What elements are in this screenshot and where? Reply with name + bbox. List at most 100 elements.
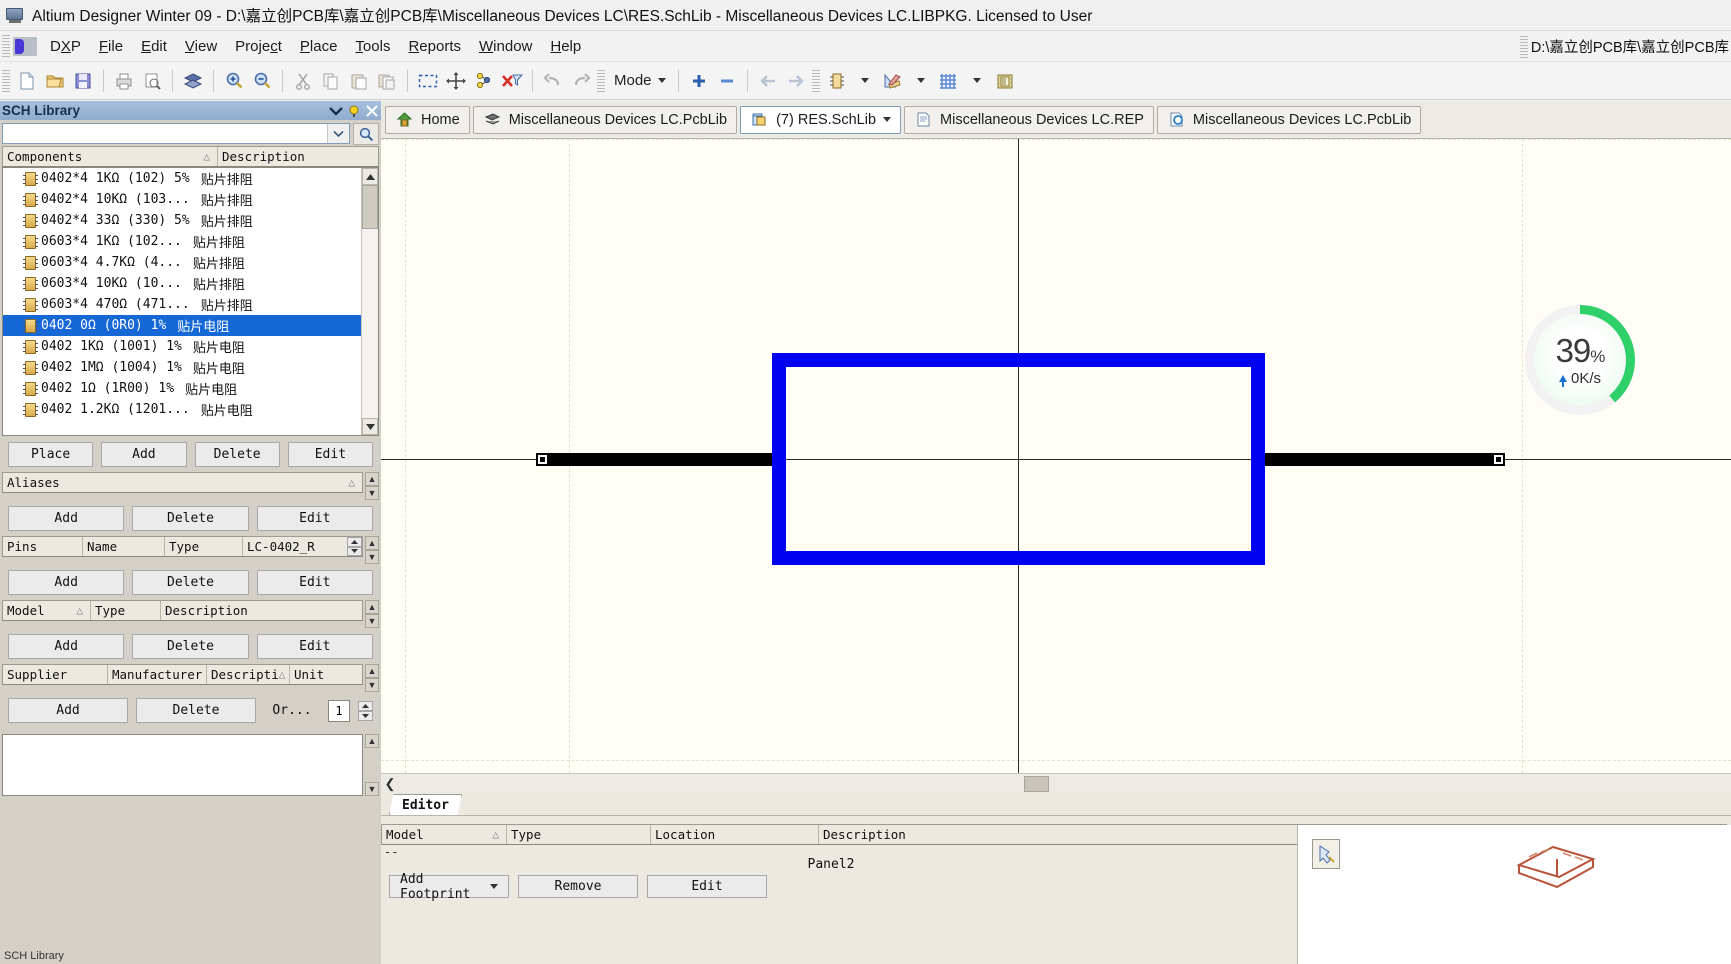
document-tab-3[interactable]: Miscellaneous Devices LC.REP: [904, 105, 1154, 134]
footprint-preview-icon[interactable]: [1312, 839, 1340, 869]
scroll-down-button[interactable]: [362, 418, 378, 435]
sort-ascending-icon[interactable]: △: [279, 668, 289, 681]
chevron-down-icon[interactable]: [327, 102, 345, 119]
chevron-down-icon[interactable]: [851, 67, 879, 95]
search-input-wrapper[interactable]: [2, 123, 350, 144]
pins-edit-button[interactable]: Edit: [256, 570, 373, 595]
menu-help[interactable]: Help: [541, 34, 590, 59]
menu-view[interactable]: View: [176, 34, 226, 59]
chevron-down-icon[interactable]: [963, 67, 991, 95]
menu-place[interactable]: Place: [291, 34, 347, 59]
resistor-right-lead[interactable]: [1265, 453, 1505, 466]
component-list-item[interactable]: 0603*4 1KΩ (102... 贴片排阻: [3, 231, 361, 252]
menubar-grip[interactable]: [2, 35, 10, 57]
document-tab-4[interactable]: Miscellaneous Devices LC.PcbLib: [1156, 105, 1422, 134]
component-list-item[interactable]: 0402*4 10KΩ (103... 贴片排阻: [3, 189, 361, 210]
component-list-item[interactable]: 0603*4 10KΩ (10... 贴片排阻: [3, 273, 361, 294]
resistor-left-lead[interactable]: [536, 453, 776, 466]
panel-bottom-tabs[interactable]: SCH Library: [0, 948, 381, 964]
close-icon[interactable]: [363, 102, 381, 119]
cut-icon[interactable]: [289, 67, 317, 95]
path-toolbar-grip[interactable]: [1519, 35, 1528, 58]
components-list[interactable]: 0402*4 1KΩ (102) 5% 贴片排阻 0402*4 10KΩ (103.…: [3, 168, 361, 435]
menu-file[interactable]: File: [90, 34, 132, 59]
model-edit-button[interactable]: Edit: [256, 634, 373, 659]
search-button[interactable]: [353, 122, 379, 145]
scrollbar-track[interactable]: [362, 229, 378, 418]
collapse-up-button[interactable]: ▲: [365, 536, 379, 550]
menu-edit[interactable]: Edit: [132, 34, 176, 59]
board-insight-icon[interactable]: [179, 67, 207, 95]
save-icon[interactable]: [69, 67, 97, 95]
sort-ascending-icon[interactable]: △: [76, 604, 86, 617]
collapse-down-button[interactable]: ▼: [365, 614, 379, 628]
aliases-add-button[interactable]: Add: [8, 506, 125, 531]
menu-dxp[interactable]: DXP: [41, 34, 90, 59]
menu-tools[interactable]: Tools: [346, 34, 399, 59]
components-place-button[interactable]: Place: [8, 442, 94, 467]
print-icon[interactable]: [110, 67, 138, 95]
resistor-body[interactable]: [772, 353, 1265, 565]
clear-selection-icon[interactable]: [498, 67, 526, 95]
toolbar-grip[interactable]: [2, 69, 10, 92]
components-edit-button[interactable]: Edit: [287, 442, 373, 467]
hscrollbar-track[interactable]: [399, 774, 1731, 793]
remove-part-button[interactable]: [713, 67, 741, 95]
clear-filter-icon[interactable]: [470, 67, 498, 95]
edit-footprint-button[interactable]: Edit: [647, 875, 767, 898]
chevron-down-icon[interactable]: [883, 117, 892, 122]
component-list-item[interactable]: 0402 1MΩ (1004) 1% 贴片电阻: [3, 357, 361, 378]
aliases-edit-button[interactable]: Edit: [256, 506, 373, 531]
zoom-in-icon[interactable]: [220, 67, 248, 95]
model-delete-button[interactable]: Delete: [132, 634, 249, 659]
order-quantity-spinner[interactable]: [358, 700, 373, 721]
component-list-item[interactable]: 0402*4 33Ω (330) 5% 贴片排阻: [3, 210, 361, 231]
undo-icon[interactable]: [539, 67, 567, 95]
remove-footprint-button[interactable]: Remove: [518, 875, 638, 898]
paste-icon[interactable]: [345, 67, 373, 95]
component-list-item[interactable]: 0402 1.2KΩ (1201... 贴片电阻: [3, 399, 361, 420]
move-icon[interactable]: [442, 67, 470, 95]
spinner-up-icon[interactable]: [358, 700, 373, 711]
utility-toolbar-grip[interactable]: [811, 69, 820, 92]
panel-tab-sch-library[interactable]: SCH Library: [4, 950, 64, 962]
document-tab-1[interactable]: Miscellaneous Devices LC.PcbLib: [472, 105, 738, 134]
components-delete-button[interactable]: Delete: [194, 442, 280, 467]
scrollbar-thumb[interactable]: [362, 185, 378, 229]
sort-ascending-icon[interactable]: △: [203, 150, 213, 163]
pin-panel-icon[interactable]: [345, 102, 363, 119]
component-list-item[interactable]: 0402*4 1KΩ (102) 5% 贴片排阻: [3, 168, 361, 189]
search-dropdown-button[interactable]: [327, 124, 349, 143]
component-list-item[interactable]: 0402 1KΩ (1001) 1% 贴片电阻: [3, 336, 361, 357]
components-add-button[interactable]: Add: [101, 442, 187, 467]
add-footprint-button[interactable]: Add Footprint: [389, 872, 509, 902]
paste-special-icon[interactable]: [373, 67, 401, 95]
mode-toolbar-grip[interactable]: [597, 69, 605, 92]
add-part-button[interactable]: [685, 67, 713, 95]
chevron-left-icon[interactable]: ❮: [381, 776, 399, 792]
document-tab-2[interactable]: (7) RES.SchLib: [740, 105, 902, 134]
grid-icon[interactable]: [935, 67, 963, 95]
document-tab-0[interactable]: Home: [385, 105, 470, 134]
redo-icon[interactable]: [567, 67, 595, 95]
chevron-down-icon[interactable]: [907, 67, 935, 95]
chevron-down-icon[interactable]: [490, 884, 498, 889]
aliases-delete-button[interactable]: Delete: [132, 506, 249, 531]
collapse-down-button[interactable]: ▼: [365, 486, 379, 500]
collapse-up-button[interactable]: ▲: [365, 600, 379, 614]
pins-delete-button[interactable]: Delete: [132, 570, 249, 595]
collapse-up-button[interactable]: ▲: [365, 472, 379, 486]
open-folder-icon[interactable]: [41, 67, 69, 95]
pins-spinner[interactable]: [347, 537, 362, 556]
zoom-out-icon[interactable]: [248, 67, 276, 95]
tab-editor[interactable]: Editor: [389, 794, 462, 815]
supplier-delete-button[interactable]: Delete: [136, 698, 256, 723]
arrow-left-icon[interactable]: [754, 67, 782, 95]
components-vertical-scrollbar[interactable]: [361, 168, 378, 435]
collapse-up-button[interactable]: ▲: [365, 664, 379, 678]
print-preview-icon[interactable]: [138, 67, 166, 95]
spinner-down-icon[interactable]: [358, 710, 373, 721]
collapse-up-button[interactable]: ▲: [365, 734, 379, 748]
menu-project[interactable]: Project: [226, 34, 291, 59]
dxp-logo-icon[interactable]: [13, 36, 37, 56]
